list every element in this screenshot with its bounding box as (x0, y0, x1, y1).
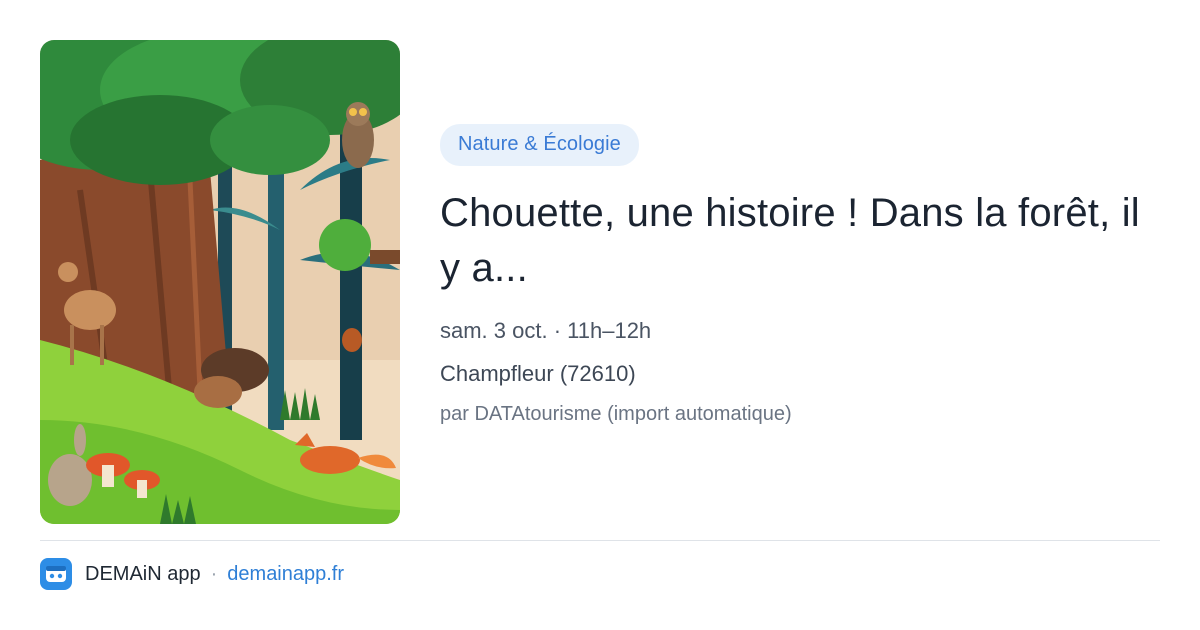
app-logo-glyph (46, 566, 66, 582)
category-pill[interactable]: Nature & Écologie (440, 124, 639, 166)
event-image (40, 40, 400, 524)
event-datetime: sam. 3 oct. · 11h–12h (440, 318, 652, 343)
app-link[interactable]: demainapp.fr (227, 563, 344, 586)
app-name: DEMAiN app (85, 562, 201, 585)
footer-separator: · (210, 562, 218, 585)
event-info: Nature & Écologie Chouette, une histoire… (440, 124, 1140, 426)
footer: DEMAiN app · demainapp.fr (40, 558, 344, 590)
event-title[interactable]: Chouette, une histoire ! Dans la forêt, … (440, 186, 1140, 296)
app-logo-icon[interactable] (40, 558, 72, 590)
event-source: par DATAtourisme (import automatique) (440, 403, 792, 425)
forest-illustration (40, 40, 400, 524)
event-location: Champfleur (72610) (440, 361, 636, 386)
footer-divider (40, 540, 1160, 541)
